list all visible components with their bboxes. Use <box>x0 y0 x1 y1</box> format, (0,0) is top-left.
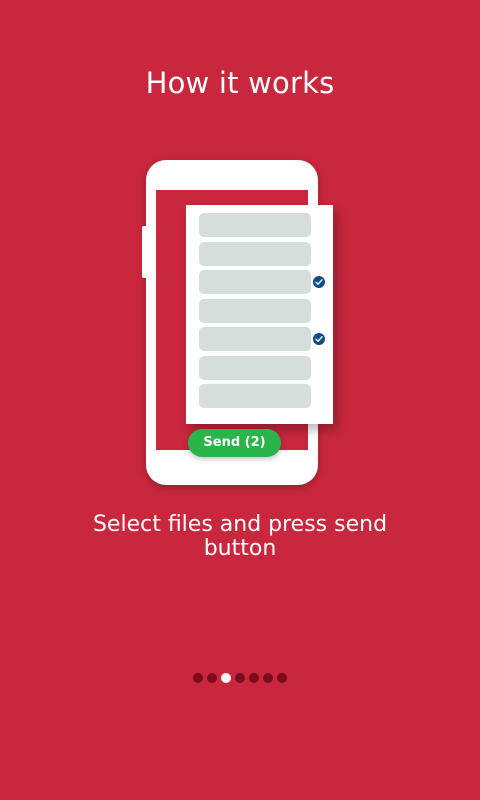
page-dot[interactable] <box>249 673 259 683</box>
check-icon <box>313 333 325 345</box>
page-title: How it works <box>145 66 335 100</box>
file-row <box>199 241 311 266</box>
page-dot[interactable] <box>263 673 273 683</box>
onboarding-caption: Select files and press send button <box>92 512 388 561</box>
page-dot[interactable] <box>277 673 287 683</box>
file-list-card <box>186 205 333 424</box>
page-indicator[interactable] <box>0 673 480 683</box>
file-row <box>199 298 311 323</box>
phone-side-button <box>142 226 146 278</box>
file-row <box>199 213 311 237</box>
page-dot-active[interactable] <box>221 673 231 683</box>
page-dot[interactable] <box>235 673 245 683</box>
file-row <box>199 384 311 408</box>
file-row <box>199 355 311 380</box>
page-dot[interactable] <box>193 673 203 683</box>
file-row <box>199 270 311 294</box>
send-button-illustration: Send (2) <box>188 429 281 457</box>
file-row <box>199 327 311 351</box>
check-icon <box>313 276 325 288</box>
page-dot[interactable] <box>207 673 217 683</box>
